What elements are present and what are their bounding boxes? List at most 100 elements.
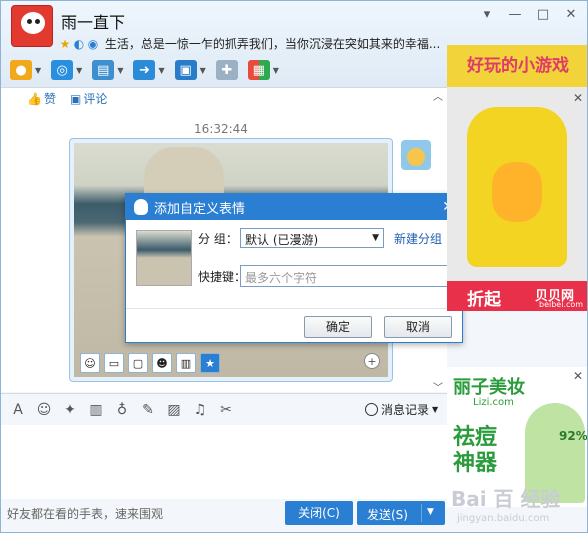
chat-footer: 好友都在看的手表，速来围观 关闭(C) 发送(S) ▼	[1, 499, 447, 532]
message-timestamp: 16:32:44	[194, 122, 248, 136]
ok-button[interactable]: 确定	[304, 316, 372, 338]
qq-penguin-icon	[134, 199, 148, 215]
send-button-label: 发送(S)	[367, 508, 408, 522]
dialog-title-bar: 添加自定义表情	[126, 194, 462, 220]
like-bar: 👍 赞 ▣ 评论	[27, 90, 107, 107]
send-message-button[interactable]: ✚	[213, 58, 241, 82]
collapse-up-icon[interactable]: ︿	[433, 88, 443, 103]
remote-desktop-button[interactable]: ▤ ▼	[89, 58, 126, 82]
save-icon[interactable]: ▭	[104, 353, 124, 373]
ad-kids-clothing-image[interactable]: ✕	[447, 87, 587, 311]
beibei-domain: beibei.com	[539, 300, 584, 309]
comment-button[interactable]: ▣ 评论	[70, 90, 107, 107]
dropdown-arrow-icon: ▼	[372, 233, 379, 243]
close-chat-button[interactable]: 关闭(C)	[285, 501, 353, 525]
message-history-button[interactable]: 消息记录 ▼	[365, 401, 438, 418]
view-image-icon[interactable]: ▢	[128, 353, 148, 373]
beibei-ad[interactable]: 好玩的小游戏 ✕ 折起 贝贝网 beibei.com	[447, 45, 587, 311]
maximize-button[interactable]: □	[535, 7, 551, 22]
chevron-down-icon[interactable]: ▼	[35, 66, 41, 75]
avatar-face	[21, 12, 45, 34]
dialog-divider	[126, 308, 462, 309]
voice-call-button[interactable]: ● ▼	[7, 58, 44, 82]
avatar-figure	[407, 148, 425, 166]
avatar-eye	[35, 19, 40, 24]
watermark-logo: Bai 百 经验	[451, 487, 561, 511]
lizi-domain: Lizi.com	[473, 397, 514, 408]
games-banner[interactable]: 好玩的小游戏	[447, 45, 587, 87]
star-icon: ★	[59, 37, 71, 51]
history-label: 消息记录	[381, 403, 430, 417]
like-label: 赞	[43, 92, 56, 106]
chevron-down-icon[interactable]: ▼	[158, 66, 164, 75]
beibei-slogan: 折起	[467, 290, 501, 310]
folder-arrow-icon: ➜	[133, 60, 156, 80]
shortcut-label: 快捷键：	[198, 270, 247, 284]
cancel-button[interactable]: 取消	[384, 316, 452, 338]
message-input-area[interactable]	[1, 425, 447, 499]
send-divider	[421, 504, 422, 522]
send-options-chevron-icon[interactable]: ▼	[427, 507, 434, 517]
emoji-icon[interactable]: ☺	[35, 402, 53, 418]
font-icon[interactable]: A	[9, 402, 27, 418]
ad-close-button[interactable]: ✕	[573, 91, 583, 105]
file-transfer-button[interactable]: ➜ ▼	[130, 58, 167, 82]
ad-close-button[interactable]: ✕	[573, 369, 583, 383]
qzone-icon[interactable]: ◐	[73, 37, 85, 51]
friend-avatar[interactable]	[401, 140, 431, 170]
edit-image-icon[interactable]: ▥	[176, 353, 196, 373]
add-custom-emoji-dialog: 添加自定义表情 ✕ 分 组： 默认 (已漫游) ▼ 新建分组 快捷键： 最多六个…	[125, 193, 463, 343]
chevron-down-icon[interactable]: ▼	[117, 66, 123, 75]
add-emoji-icon[interactable]: ☺	[80, 353, 100, 373]
group-select-value: 默认 (已漫游)	[245, 233, 319, 247]
app-center-button[interactable]: ▦ ▼	[245, 58, 282, 82]
window-controls: ▾ — □ ✕	[479, 7, 579, 22]
send-button[interactable]: 发送(S) ▼	[357, 501, 445, 525]
voice-message-icon[interactable]: ♁	[113, 402, 131, 418]
like-button[interactable]: 👍 赞	[27, 90, 56, 107]
status-icon: ◉	[87, 37, 99, 51]
smiley-icon[interactable]: ☻	[152, 353, 172, 373]
chat-toolbar: ● ▼ ◎ ▼ ▤ ▼ ➜ ▼ ▣ ▼ ✚ ▦ ▼	[7, 57, 282, 83]
contact-signature: ★ ◐ ◉ 生活，总是一惊一乍的抓弄我们，当你沉浸在突如其来的幸福...	[59, 35, 439, 52]
chevron-down-icon: ▼	[432, 405, 439, 414]
clock-icon	[365, 403, 378, 416]
beibei-footer: 折起 贝贝网 beibei.com	[447, 281, 587, 311]
lizi-tagline: 祛痘神器	[453, 425, 498, 476]
menu-caret-icon[interactable]: ▾	[479, 7, 495, 22]
microphone-icon: ●	[10, 60, 32, 80]
baidu-watermark: Bai 百 经验 jingyan.baidu.com	[447, 481, 587, 532]
shortcut-input[interactable]: 最多六个字符	[240, 265, 458, 287]
image-icon[interactable]: ▨	[165, 402, 183, 418]
ad-bear	[492, 162, 542, 222]
close-window-button[interactable]: ✕	[563, 7, 579, 22]
video-call-button[interactable]: ◎ ▼	[48, 58, 85, 82]
footer-promo-text[interactable]: 好友都在看的手表，速来围观	[7, 505, 163, 522]
thumbs-up-icon: 👍	[27, 92, 42, 106]
lizi-brand: 丽子美妆	[453, 377, 525, 398]
contact-avatar[interactable]	[11, 5, 53, 47]
contact-nickname[interactable]: 雨一直下	[61, 9, 125, 33]
group-label: 分 组：	[198, 232, 238, 246]
avatar-eye	[27, 19, 32, 24]
screenshot-scissors-icon[interactable]: ✂	[217, 402, 235, 418]
chevron-down-icon[interactable]: ▼	[76, 66, 82, 75]
new-group-link[interactable]: 新建分组	[394, 230, 442, 247]
video-clip-icon[interactable]: ▥	[87, 402, 105, 418]
collapse-down-icon[interactable]: ﹀	[433, 379, 443, 394]
magic-wand-icon[interactable]: ✦	[61, 402, 79, 418]
group-select[interactable]: 默认 (已漫游) ▼	[240, 228, 384, 248]
doodle-icon[interactable]: ✎	[139, 402, 157, 418]
chevron-down-icon[interactable]: ▼	[273, 66, 279, 75]
zoom-in-icon[interactable]: +	[364, 353, 380, 369]
watermark-url: jingyan.baidu.com	[457, 513, 550, 524]
chevron-down-icon[interactable]: ▼	[200, 66, 206, 75]
app-grid-icon: ▦	[247, 60, 270, 80]
favorite-star-icon[interactable]: ★	[200, 353, 220, 373]
minimize-button[interactable]: —	[507, 7, 523, 22]
camera-icon: ◎	[51, 60, 74, 80]
music-icon[interactable]: ♫	[191, 402, 209, 418]
monitor-icon: ▤	[92, 60, 115, 80]
signature-text: 生活，总是一惊一乍的抓弄我们，当你沉浸在突如其来的幸福...	[104, 37, 439, 51]
screen-share-button[interactable]: ▣ ▼	[172, 58, 209, 82]
